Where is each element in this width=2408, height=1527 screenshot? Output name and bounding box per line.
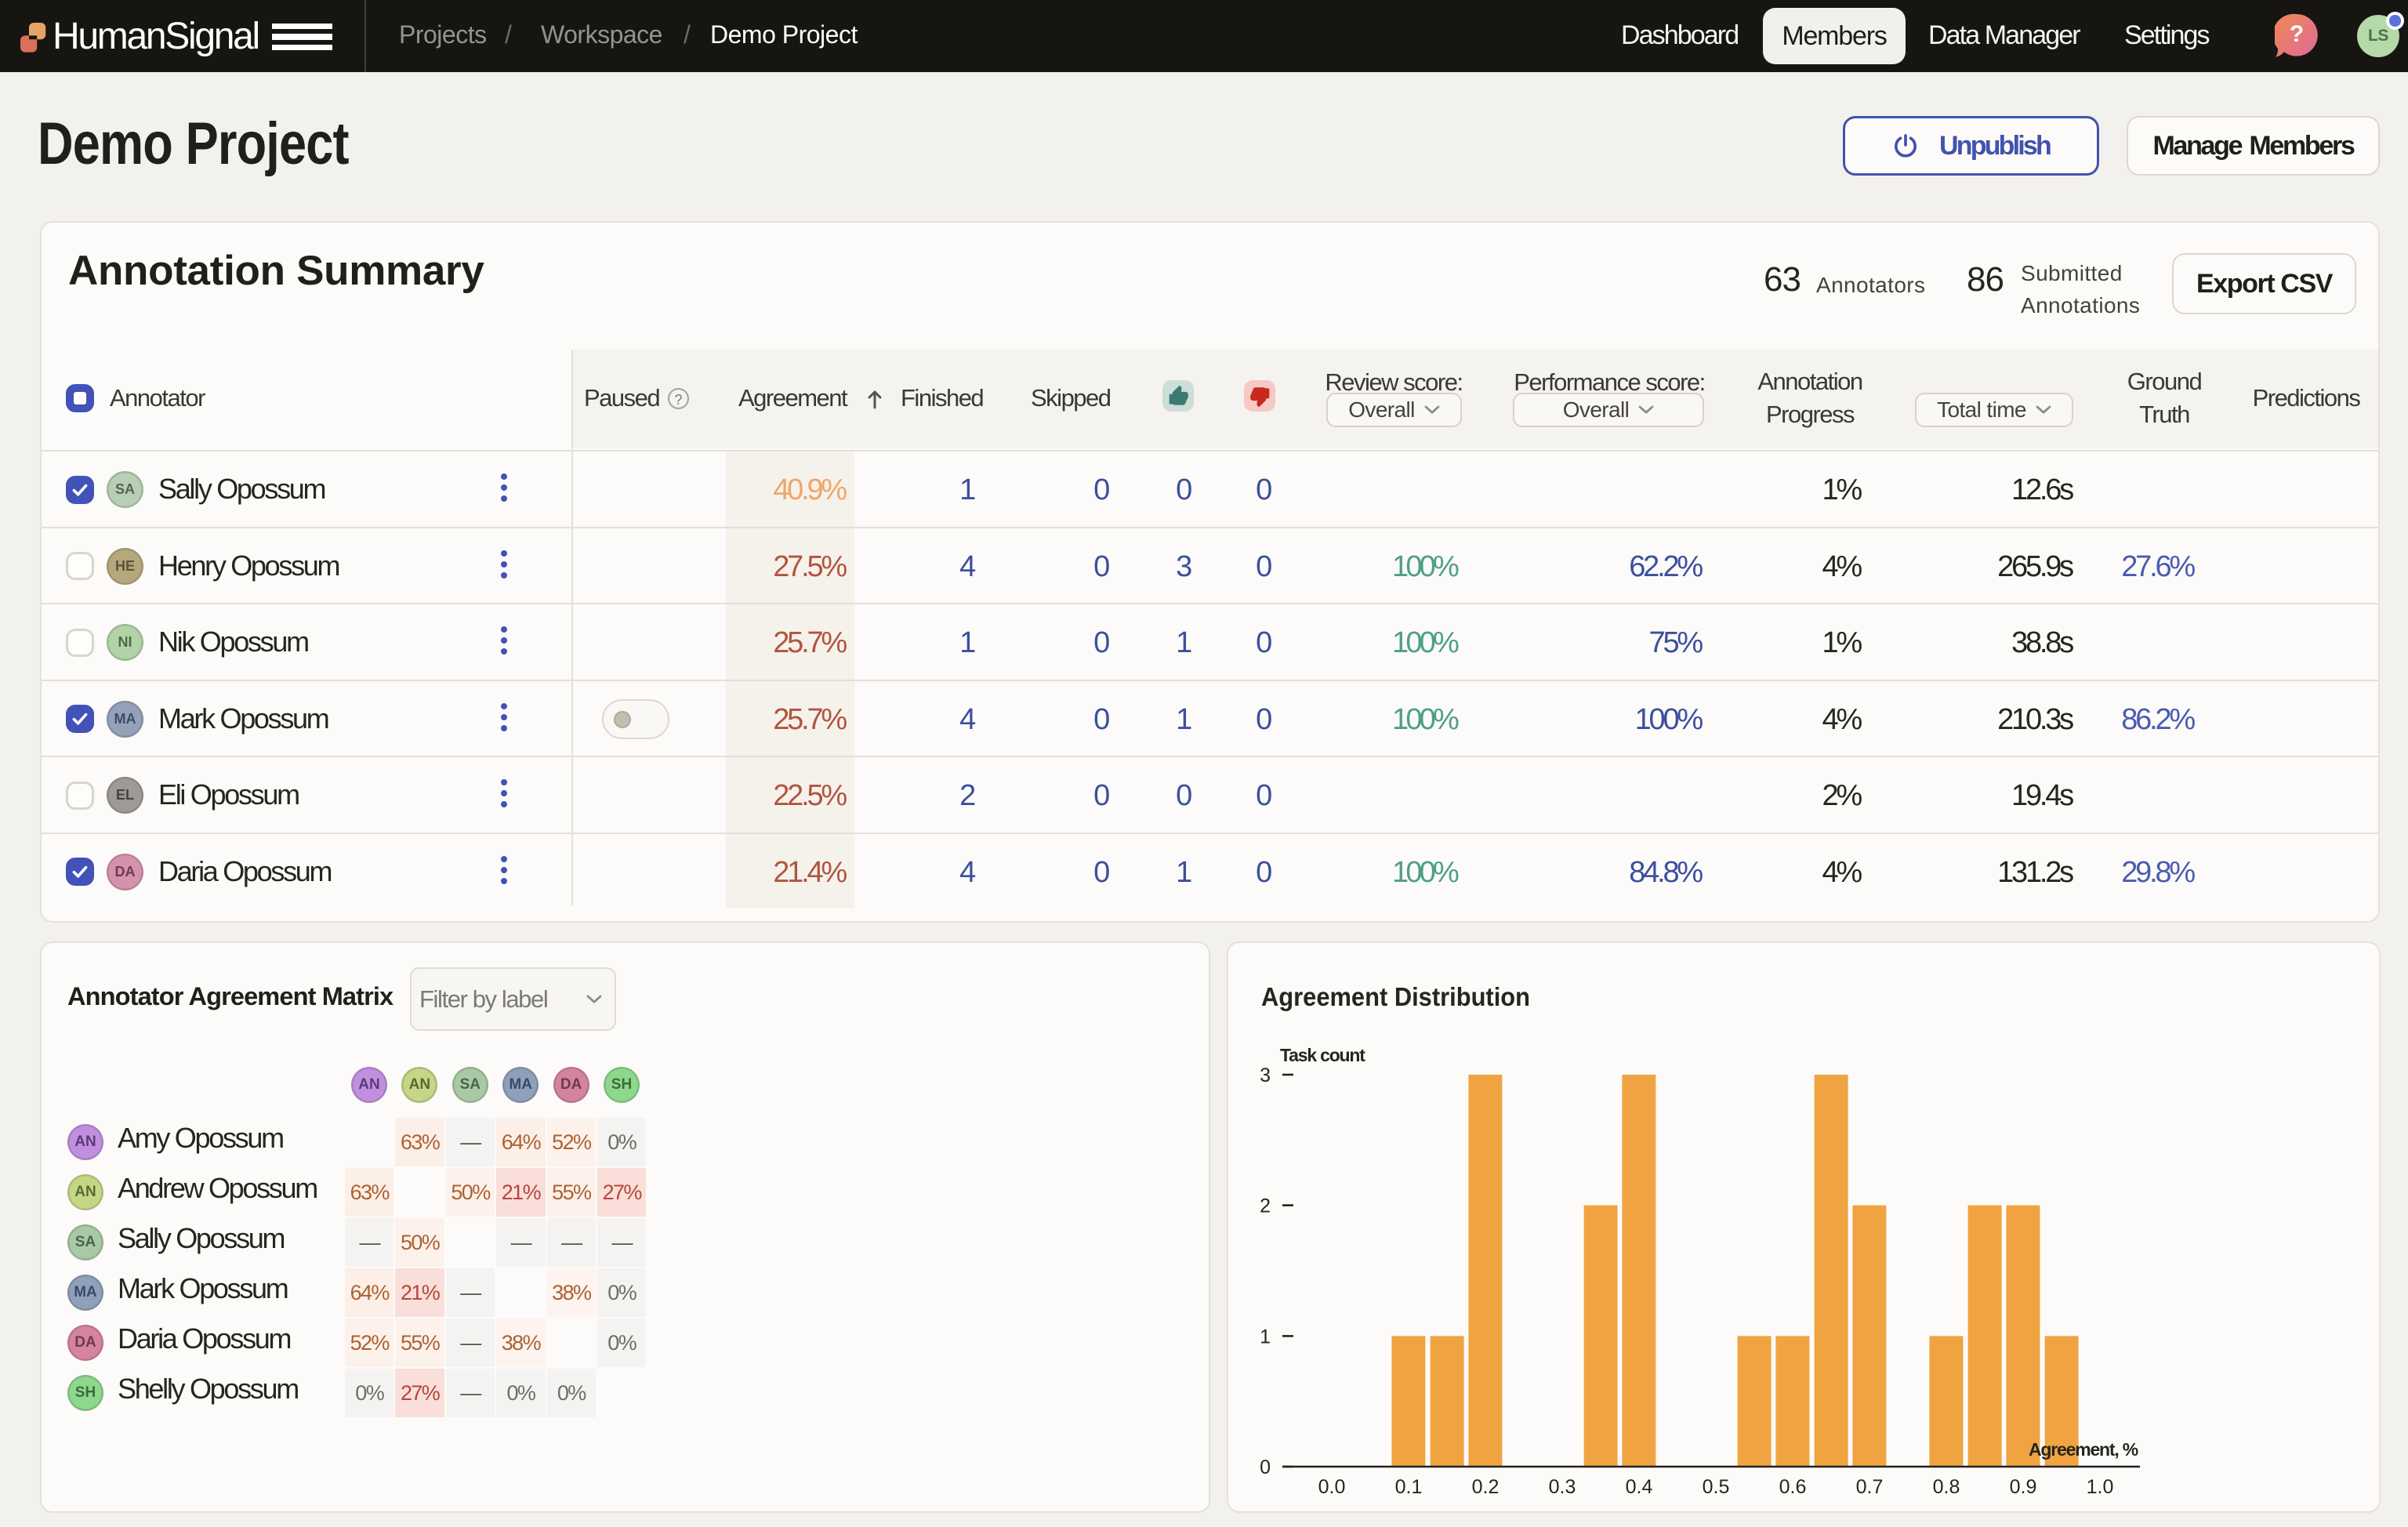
svg-text:0: 0 xyxy=(1260,1456,1271,1478)
svg-text:3: 3 xyxy=(1260,1065,1271,1086)
svg-text:Agreement, %: Agreement, % xyxy=(2029,1439,2138,1460)
svg-text:0.3: 0.3 xyxy=(1549,1476,1576,1498)
svg-text:1.0: 1.0 xyxy=(2087,1476,2114,1498)
svg-text:0.9: 0.9 xyxy=(2010,1476,2037,1498)
svg-text:0.6: 0.6 xyxy=(1779,1476,1807,1498)
svg-text:2: 2 xyxy=(1260,1195,1271,1217)
svg-text:Agreement Distribution: Agreement Distribution xyxy=(1261,982,1530,1011)
svg-text:0.5: 0.5 xyxy=(1703,1476,1730,1498)
svg-text:0.7: 0.7 xyxy=(1856,1476,1884,1498)
svg-text:0.1: 0.1 xyxy=(1395,1476,1423,1498)
svg-text:Task count: Task count xyxy=(1280,1045,1365,1065)
svg-text:0.8: 0.8 xyxy=(1933,1476,1960,1498)
svg-text:0.0: 0.0 xyxy=(1318,1476,1346,1498)
svg-text:1: 1 xyxy=(1260,1326,1271,1347)
svg-text:0.2: 0.2 xyxy=(1472,1476,1500,1498)
svg-text:0.4: 0.4 xyxy=(1626,1476,1653,1498)
